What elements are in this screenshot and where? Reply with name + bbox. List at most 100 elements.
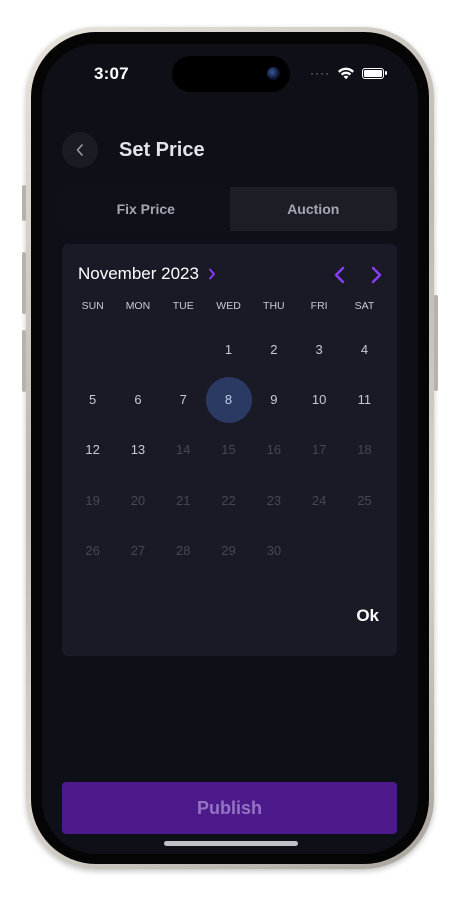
calendar-day-number: 19 bbox=[85, 492, 100, 508]
calendar-day[interactable]: 13 bbox=[115, 425, 160, 475]
calendar-day: 23 bbox=[251, 475, 296, 525]
calendar-day-number: 13 bbox=[130, 442, 146, 458]
calendar-day-number: 30 bbox=[266, 543, 282, 559]
calendar-day: 28 bbox=[161, 526, 206, 576]
calendar-day: 15 bbox=[206, 425, 251, 475]
calendar-day-number: 21 bbox=[176, 492, 191, 508]
weekday-label: SUN bbox=[81, 300, 104, 312]
page-header: Set Price bbox=[62, 132, 205, 168]
calendar-day: 16 bbox=[251, 425, 296, 475]
chevron-right-icon bbox=[209, 268, 215, 280]
calendar-day-number: 11 bbox=[357, 392, 372, 408]
calendar-week: 5 6 7 8 9 10 11 bbox=[70, 374, 388, 424]
calendar-day[interactable]: 3 bbox=[296, 324, 341, 374]
previous-month-button[interactable] bbox=[332, 265, 348, 285]
power-button bbox=[434, 295, 438, 391]
calendar-day-empty bbox=[342, 526, 387, 576]
signal-dots-icon: ···· bbox=[310, 66, 330, 80]
calendar-day: 20 bbox=[115, 475, 160, 525]
status-time: 3:07 bbox=[94, 64, 129, 83]
calendar-week: 12 13 14 15 16 17 18 bbox=[70, 425, 388, 475]
weekday-label: TUE bbox=[172, 300, 194, 312]
calendar-day: 21 bbox=[161, 475, 206, 525]
calendar-day-number: 29 bbox=[221, 543, 236, 559]
calendar-day: 25 bbox=[342, 475, 387, 525]
calendar-day-number: 15 bbox=[221, 442, 236, 458]
calendar-day-number: 14 bbox=[176, 442, 191, 458]
price-type-tabs: Fix Price Auction bbox=[62, 187, 397, 231]
calendar-day: 18 bbox=[342, 425, 387, 475]
app-screen: 3:07 ···· Set Price Fix Price Auction No… bbox=[42, 44, 418, 854]
calendar-day-number: 22 bbox=[221, 492, 236, 508]
calendar-day-number: 24 bbox=[311, 492, 327, 508]
weekday-label: MON bbox=[125, 300, 151, 312]
calendar-day: 19 bbox=[70, 475, 115, 525]
publish-button[interactable]: Publish bbox=[62, 782, 397, 834]
calendar-day[interactable]: 11 bbox=[342, 374, 387, 424]
calendar-day-number: 18 bbox=[357, 442, 372, 458]
day-grid: 1 2 3 4 5 6 7 8 9 10 11 12 13 14 15 16 17 18 19 20 21 22 23 24 2… bbox=[70, 324, 388, 576]
month-selector[interactable]: November 2023 bbox=[78, 264, 216, 284]
volume-up-button bbox=[22, 252, 26, 314]
calendar-day-number: 26 bbox=[85, 543, 100, 559]
calendar-day-number: 16 bbox=[266, 442, 282, 458]
calendar-day[interactable]: 10 bbox=[296, 374, 341, 424]
calendar-day-empty bbox=[161, 324, 206, 374]
calendar-day-number: 10 bbox=[311, 392, 327, 408]
month-label: November 2023 bbox=[78, 264, 199, 283]
calendar-day: 14 bbox=[161, 425, 206, 475]
page-title: Set Price bbox=[119, 138, 205, 161]
chevron-left-icon bbox=[76, 144, 83, 156]
calendar-day-number: 25 bbox=[357, 492, 372, 508]
weekday-label: THU bbox=[263, 300, 285, 312]
calendar-day[interactable]: 9 bbox=[251, 374, 296, 424]
calendar-day-number: 4 bbox=[360, 341, 369, 357]
calendar-day: 29 bbox=[206, 526, 251, 576]
calendar-day-number: 5 bbox=[89, 392, 97, 408]
calendar-day-number: 12 bbox=[85, 442, 100, 458]
status-bar: 3:07 ···· bbox=[42, 44, 418, 104]
ok-button[interactable]: Ok bbox=[356, 606, 379, 626]
calendar-day[interactable]: 2 bbox=[251, 324, 296, 374]
calendar-day: 26 bbox=[70, 526, 115, 576]
next-month-button[interactable] bbox=[368, 265, 384, 285]
calendar-day: 17 bbox=[296, 425, 341, 475]
calendar-day[interactable]: 4 bbox=[342, 324, 387, 374]
calendar-day-number: 1 bbox=[224, 341, 233, 357]
calendar-day-number: 8 bbox=[224, 392, 233, 408]
calendar-day-number: 6 bbox=[134, 392, 142, 408]
calendar-day-number: 3 bbox=[315, 341, 323, 357]
calendar-day[interactable]: 1 bbox=[206, 324, 251, 374]
calendar-day[interactable]: 7 bbox=[161, 374, 206, 424]
calendar-day-number: 28 bbox=[176, 543, 191, 559]
dynamic-island bbox=[172, 56, 290, 92]
weekday-label: WED bbox=[216, 300, 241, 312]
date-picker: November 2023 SUN MON TUE WED THU FRI SA… bbox=[62, 244, 397, 656]
camera-icon bbox=[267, 67, 280, 80]
calendar-day-number: 7 bbox=[179, 392, 187, 408]
calendar-day-number: 2 bbox=[270, 341, 278, 357]
calendar-day-number: 17 bbox=[311, 442, 327, 458]
volume-down-button bbox=[22, 330, 26, 392]
calendar-day-selected[interactable]: 8 bbox=[206, 374, 251, 424]
tab-auction[interactable]: Auction bbox=[229, 187, 397, 231]
calendar-day: 22 bbox=[206, 475, 251, 525]
home-indicator bbox=[164, 841, 298, 846]
calendar-day-number: 9 bbox=[270, 392, 278, 408]
calendar-day: 24 bbox=[296, 475, 341, 525]
weekday-header: SUN MON TUE WED THU FRI SAT bbox=[70, 300, 388, 312]
wifi-icon bbox=[338, 67, 354, 80]
calendar-day[interactable]: 6 bbox=[115, 374, 160, 424]
calendar-day[interactable]: 5 bbox=[70, 374, 115, 424]
calendar-day-empty bbox=[70, 324, 115, 374]
tab-fix-price[interactable]: Fix Price bbox=[62, 187, 230, 231]
calendar-week: 19 20 21 22 23 24 25 bbox=[70, 475, 388, 525]
action-button bbox=[22, 185, 26, 221]
calendar-week: 26 27 28 29 30 bbox=[70, 526, 388, 576]
calendar-day-number: 27 bbox=[130, 543, 146, 559]
calendar-day-empty bbox=[296, 526, 341, 576]
battery-icon bbox=[362, 67, 387, 79]
calendar-week: 1 2 3 4 bbox=[70, 324, 388, 374]
calendar-day[interactable]: 12 bbox=[70, 425, 115, 475]
back-button[interactable] bbox=[62, 132, 98, 168]
